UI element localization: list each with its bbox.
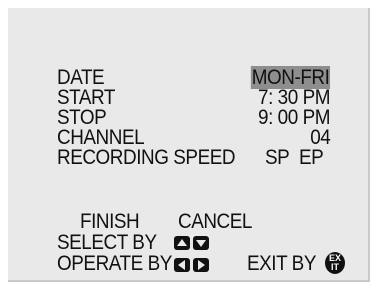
right-arrow-icon [193,258,209,272]
stop-label: STOP [57,106,107,129]
recording-speed-label: RECORDING SPEED [57,146,236,169]
speed-option-ep[interactable]: EP [299,147,324,168]
date-label: DATE [57,66,105,89]
down-arrow-icon [193,236,209,250]
channel-value[interactable]: 04 [310,127,331,148]
start-time-value[interactable]: 7: 30 PM [258,87,330,108]
exit-by-label: EXIT BY [247,252,316,275]
operate-by-label: OPERATE BY [57,252,172,275]
exit-button-text: EX IT [328,253,341,272]
exit-button-icon: EX IT [325,252,345,274]
select-by-label: SELECT BY [57,231,157,254]
left-arrow-icon [174,258,190,272]
stop-time-value[interactable]: 9: 00 PM [258,107,330,128]
cancel-button[interactable]: CANCEL [178,211,252,232]
date-value-field[interactable]: MON-FRI [250,66,330,89]
up-arrow-icon [174,236,190,250]
speed-option-sp[interactable]: SP [265,147,290,168]
finish-button[interactable]: FINISH [80,211,140,232]
channel-label: CHANNEL [57,126,145,149]
start-label: START [57,86,115,109]
